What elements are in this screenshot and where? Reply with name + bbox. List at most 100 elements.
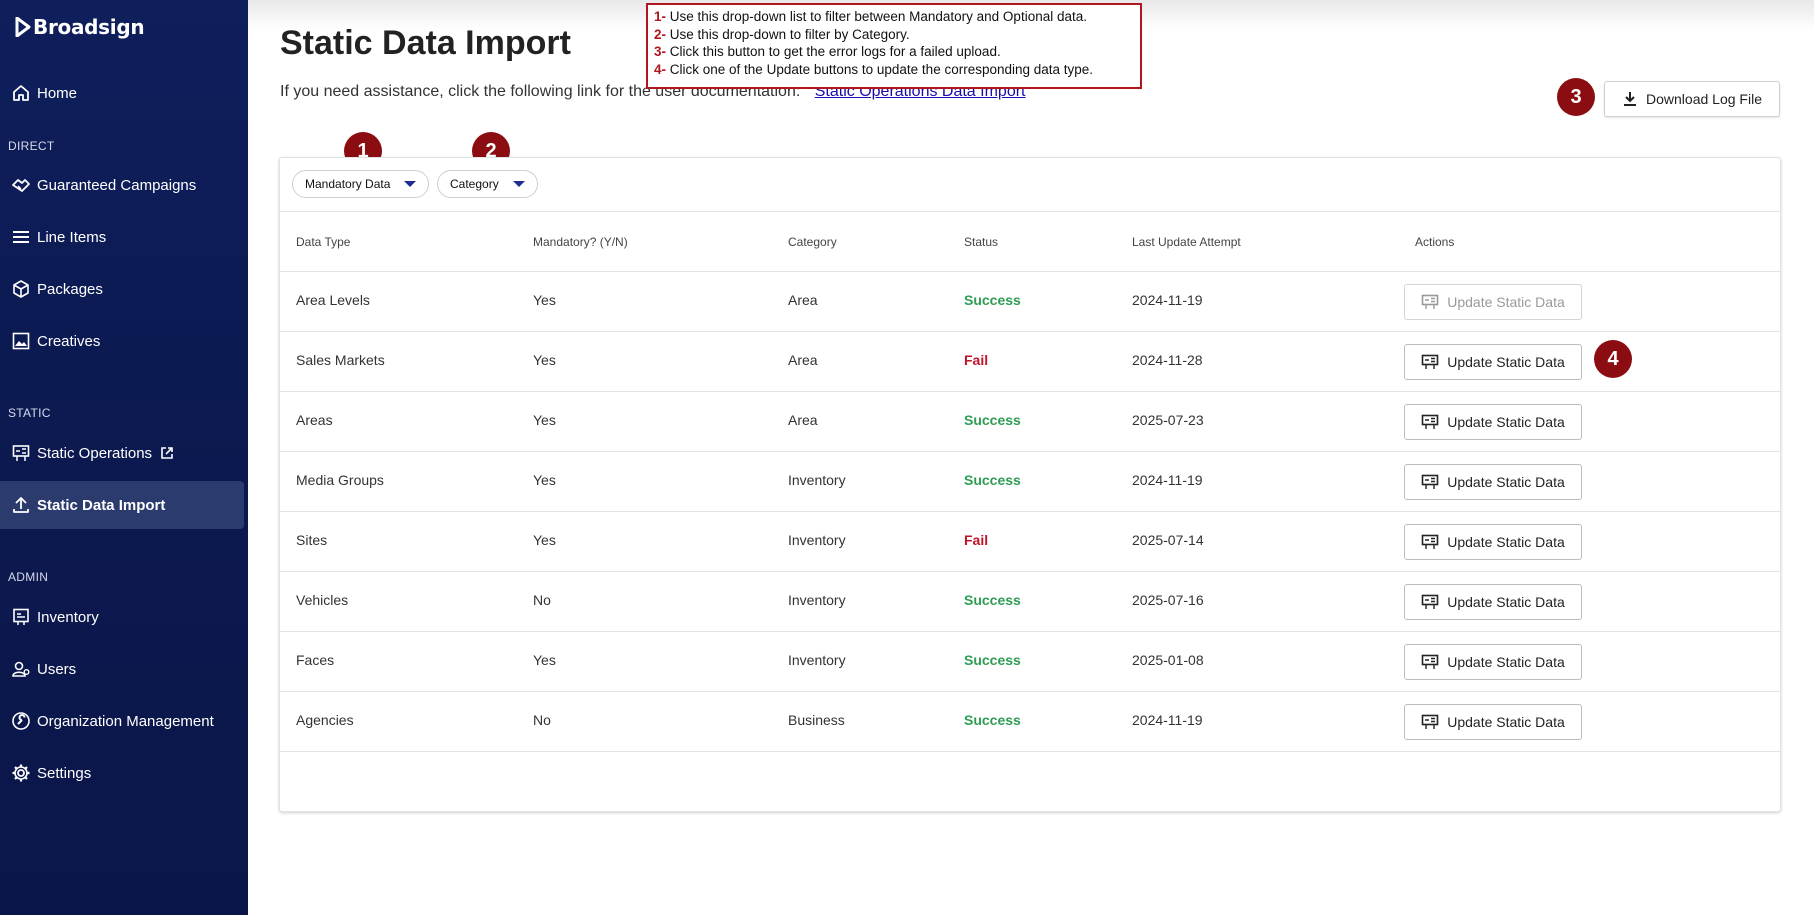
- column-header-category: Category: [788, 235, 837, 249]
- cell-status: Success: [964, 292, 1021, 308]
- update-static-data-button[interactable]: Update Static Data: [1404, 464, 1582, 500]
- cell-category: Business: [788, 712, 845, 728]
- mandatory-filter-dropdown[interactable]: Mandatory Data: [292, 170, 430, 198]
- download-label: Download Log File: [1646, 91, 1762, 107]
- callout-badge-4: 4: [1594, 340, 1632, 378]
- update-button-label: Update Static Data: [1447, 654, 1565, 670]
- cell-status: Success: [964, 412, 1021, 428]
- category-filter-dropdown[interactable]: Category: [437, 170, 538, 198]
- update-button-label: Update Static Data: [1447, 474, 1565, 490]
- update-static-data-button[interactable]: Update Static Data: [1404, 644, 1582, 680]
- callout-line-4: 4- Click one of the Update buttons to up…: [654, 61, 1094, 77]
- cell-status: Fail: [964, 352, 989, 368]
- cell-data-type: Area Levels: [296, 292, 370, 308]
- table-row: Area Levels Yes Area Success 2024-11-19 Updat…: [280, 272, 1780, 332]
- page-title: Static Data Import: [280, 24, 571, 62]
- external-link-icon: [160, 446, 174, 460]
- table-row: Faces Yes Inventory Success 2025-01-08 Update…: [280, 632, 1780, 692]
- update-static-data-button[interactable]: Update Static Data: [1404, 704, 1582, 740]
- sidebar-item-label: Guaranteed Campaigns: [37, 176, 197, 194]
- update-static-data-button[interactable]: Update Static Data: [1404, 284, 1582, 320]
- update-button-label: Update Static Data: [1447, 414, 1565, 430]
- sidebar-item-line-items[interactable]: Line Items: [0, 213, 244, 261]
- table-row: Agencies No Business Success 2024-11-19 Updat…: [280, 692, 1780, 752]
- cell-data-type: Faces: [296, 652, 335, 668]
- cell-mandatory: Yes: [533, 472, 556, 488]
- app-root: Broadsign Home DIRECT Guaranteed Campaig…: [0, 0, 1814, 915]
- sidebar-item-label: Users: [37, 660, 77, 678]
- billboard-icon: [1421, 294, 1439, 309]
- column-header-actions: Actions: [1415, 235, 1455, 249]
- sidebar-item-label: Organization Management: [37, 712, 214, 730]
- table-row: Vehicles No Inventory Success 2025-07-16 Upda…: [280, 572, 1780, 632]
- sidebar-item-label: Inventory: [37, 608, 99, 626]
- cell-category: Inventory: [788, 472, 846, 488]
- update-button-label: Update Static Data: [1447, 714, 1565, 730]
- column-header-last-update: Last Update Attempt: [1132, 235, 1241, 249]
- category-filter-label: Category: [450, 177, 499, 191]
- sidebar-item-creatives[interactable]: Creatives: [0, 317, 244, 365]
- sidebar-item-settings[interactable]: Settings: [0, 749, 244, 797]
- package-icon: [10, 278, 32, 300]
- sidebar-item-label: Packages: [37, 280, 103, 298]
- callout-line-3: 3- Click this button to get the error lo…: [654, 44, 1001, 59]
- sidebar-item-static-data-import[interactable]: Static Data Import: [0, 481, 244, 529]
- handshake-icon: [10, 174, 32, 196]
- sidebar-item-label: Settings: [37, 764, 92, 782]
- sidebar-item-organization-management[interactable]: Organization Management: [0, 697, 244, 745]
- cell-data-type: Media Groups: [296, 472, 384, 488]
- billboard-icon: [10, 442, 32, 464]
- update-static-data-button[interactable]: Update Static Data: [1404, 404, 1582, 440]
- cell-last-update: 2025-07-16: [1132, 592, 1204, 608]
- sidebar-item-guaranteed-campaigns[interactable]: Guaranteed Campaigns: [0, 161, 244, 209]
- callout-line-2: 2- Use this drop-down to filter by Categ…: [654, 26, 910, 42]
- billboard-icon: [1421, 654, 1439, 669]
- billboard-icon: [1421, 474, 1439, 489]
- table-row: Sales Markets Yes Area Fail 2024-11-28 Update…: [280, 332, 1780, 392]
- cell-data-type: Areas: [296, 412, 333, 428]
- logo-play-icon: [15, 17, 31, 37]
- cell-status: Success: [964, 652, 1021, 668]
- update-static-data-button[interactable]: Update Static Data: [1404, 584, 1582, 620]
- sidebar-item-static-operations[interactable]: Static Operations: [0, 429, 244, 477]
- home-icon: [10, 82, 32, 104]
- cell-last-update: 2024-11-19: [1132, 712, 1203, 728]
- sidebar-item-packages[interactable]: Packages: [0, 265, 244, 313]
- broadsign-logo[interactable]: Broadsign: [15, 12, 145, 42]
- cell-status: Success: [964, 592, 1021, 608]
- sidebar-item-label: Creatives: [37, 332, 101, 350]
- download-log-file-button[interactable]: Download Log File: [1604, 81, 1780, 117]
- billboard-icon: [1421, 354, 1439, 369]
- section-admin: ADMIN: [8, 570, 49, 584]
- cell-mandatory: Yes: [533, 292, 556, 308]
- cell-status: Success: [964, 712, 1021, 728]
- wrench-icon: [10, 710, 32, 732]
- update-static-data-button[interactable]: Update Static Data: [1404, 524, 1582, 560]
- cell-mandatory: Yes: [533, 532, 556, 548]
- column-header-status: Status: [964, 235, 999, 249]
- cell-category: Inventory: [788, 532, 846, 548]
- sidebar-item-home[interactable]: Home: [0, 69, 244, 117]
- mandatory-filter-label: Mandatory Data: [305, 177, 391, 191]
- gear-icon: [10, 762, 32, 784]
- inventory-icon: [10, 606, 32, 628]
- cell-mandatory: Yes: [533, 352, 556, 368]
- sidebar-item-users[interactable]: Users: [0, 645, 244, 693]
- cell-category: Inventory: [788, 652, 846, 668]
- cell-last-update: 2025-07-23: [1132, 412, 1204, 428]
- cell-category: Inventory: [788, 592, 846, 608]
- update-static-data-button[interactable]: Update Static Data: [1404, 344, 1582, 380]
- table-header: Data Type Mandatory? (Y/N) Category Stat…: [280, 212, 1780, 272]
- cell-data-type: Agencies: [296, 712, 354, 728]
- cell-last-update: 2024-11-19: [1132, 472, 1203, 488]
- sidebar-item-inventory[interactable]: Inventory: [0, 593, 244, 641]
- cell-category: Area: [788, 412, 818, 428]
- cell-last-update: 2025-07-14: [1132, 532, 1204, 548]
- callout-badge-3: 3: [1557, 78, 1595, 116]
- list-icon: [10, 226, 32, 248]
- update-button-label: Update Static Data: [1447, 594, 1565, 610]
- cell-mandatory: Yes: [533, 652, 556, 668]
- cell-data-type: Sales Markets: [296, 352, 385, 368]
- cell-mandatory: No: [533, 712, 551, 728]
- billboard-icon: [1421, 534, 1439, 549]
